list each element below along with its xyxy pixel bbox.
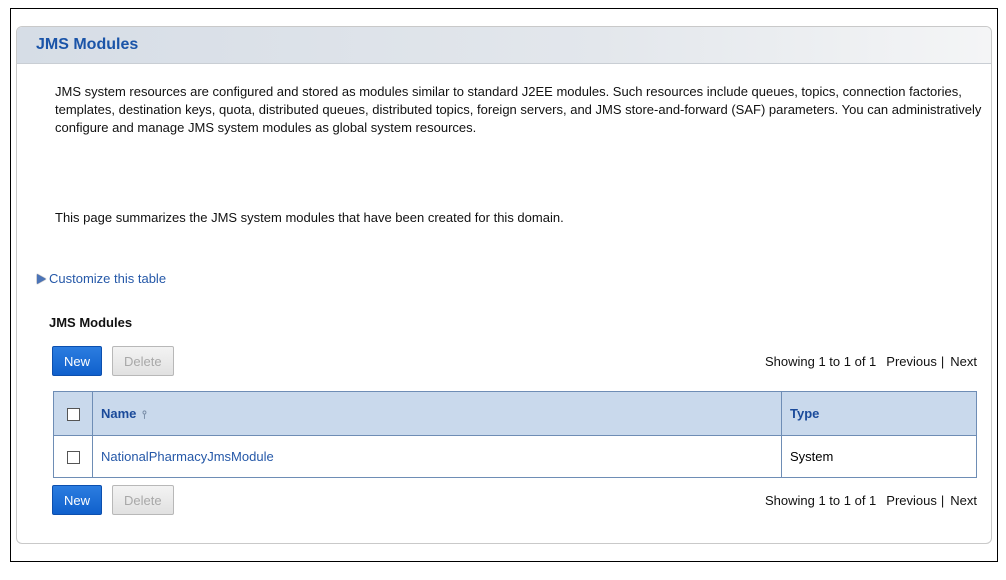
description-paragraph-1: JMS system resources are configured and …	[55, 84, 982, 135]
description-paragraph-2: This page summarizes the JMS system modu…	[55, 210, 564, 225]
new-button[interactable]: New	[52, 346, 103, 376]
pagination-bottom: Showing 1 to 1 of 1 Previous | Next	[765, 493, 977, 508]
row-name-cell: NationalPharmacyJmsModule	[92, 435, 782, 478]
table-toolbar-top: New Delete Showing 1 to 1 of 1 Previous …	[52, 344, 977, 378]
new-button-bottom[interactable]: New	[52, 485, 103, 515]
previous-link[interactable]: Previous	[886, 354, 937, 369]
panel-title: JMS Modules	[17, 27, 991, 64]
type-column-label: Type	[790, 406, 820, 421]
table-header-row: Name ⫯ Type	[53, 391, 977, 436]
sort-ascending-icon: ⫯	[142, 408, 147, 421]
paging-summary: Showing 1 to 1 of 1	[764, 353, 877, 369]
select-all-cell	[53, 391, 93, 436]
customize-table-link[interactable]: Customize this table	[37, 271, 166, 286]
paging-summary-bottom: Showing 1 to 1 of 1	[764, 492, 877, 508]
delete-button-bottom[interactable]: Delete	[112, 485, 174, 515]
delete-button[interactable]: Delete	[112, 346, 174, 376]
name-column-label: Name	[101, 405, 137, 421]
previous-link-bottom[interactable]: Previous	[886, 493, 937, 508]
module-name-link[interactable]: NationalPharmacyJmsModule	[101, 449, 274, 464]
select-all-checkbox[interactable]	[66, 408, 80, 422]
expand-triangle-icon	[37, 273, 46, 284]
jms-modules-panel: JMS Modules JMS system resources are con…	[16, 26, 992, 544]
next-link-bottom[interactable]: Next	[950, 493, 977, 508]
table-title: JMS Modules	[49, 315, 133, 330]
row-checkbox[interactable]	[66, 451, 80, 465]
table-toolbar-bottom: New Delete Showing 1 to 1 of 1 Previous …	[52, 483, 977, 517]
row-select-cell	[53, 435, 93, 478]
next-link[interactable]: Next	[950, 354, 977, 369]
name-column-header[interactable]: Name ⫯	[92, 391, 782, 436]
pagination: Showing 1 to 1 of 1 Previous | Next	[765, 354, 977, 369]
paging-separator-bottom: |	[940, 492, 945, 508]
customize-table-label: Customize this table	[49, 271, 167, 286]
row-type-cell: System	[781, 435, 977, 478]
type-column-header: Type	[781, 391, 977, 436]
paging-separator: |	[940, 353, 945, 369]
jms-modules-table: Name ⫯ Type NationalPharmacyJmsModule Sy…	[53, 391, 977, 478]
table-row: NationalPharmacyJmsModule System	[53, 435, 977, 478]
